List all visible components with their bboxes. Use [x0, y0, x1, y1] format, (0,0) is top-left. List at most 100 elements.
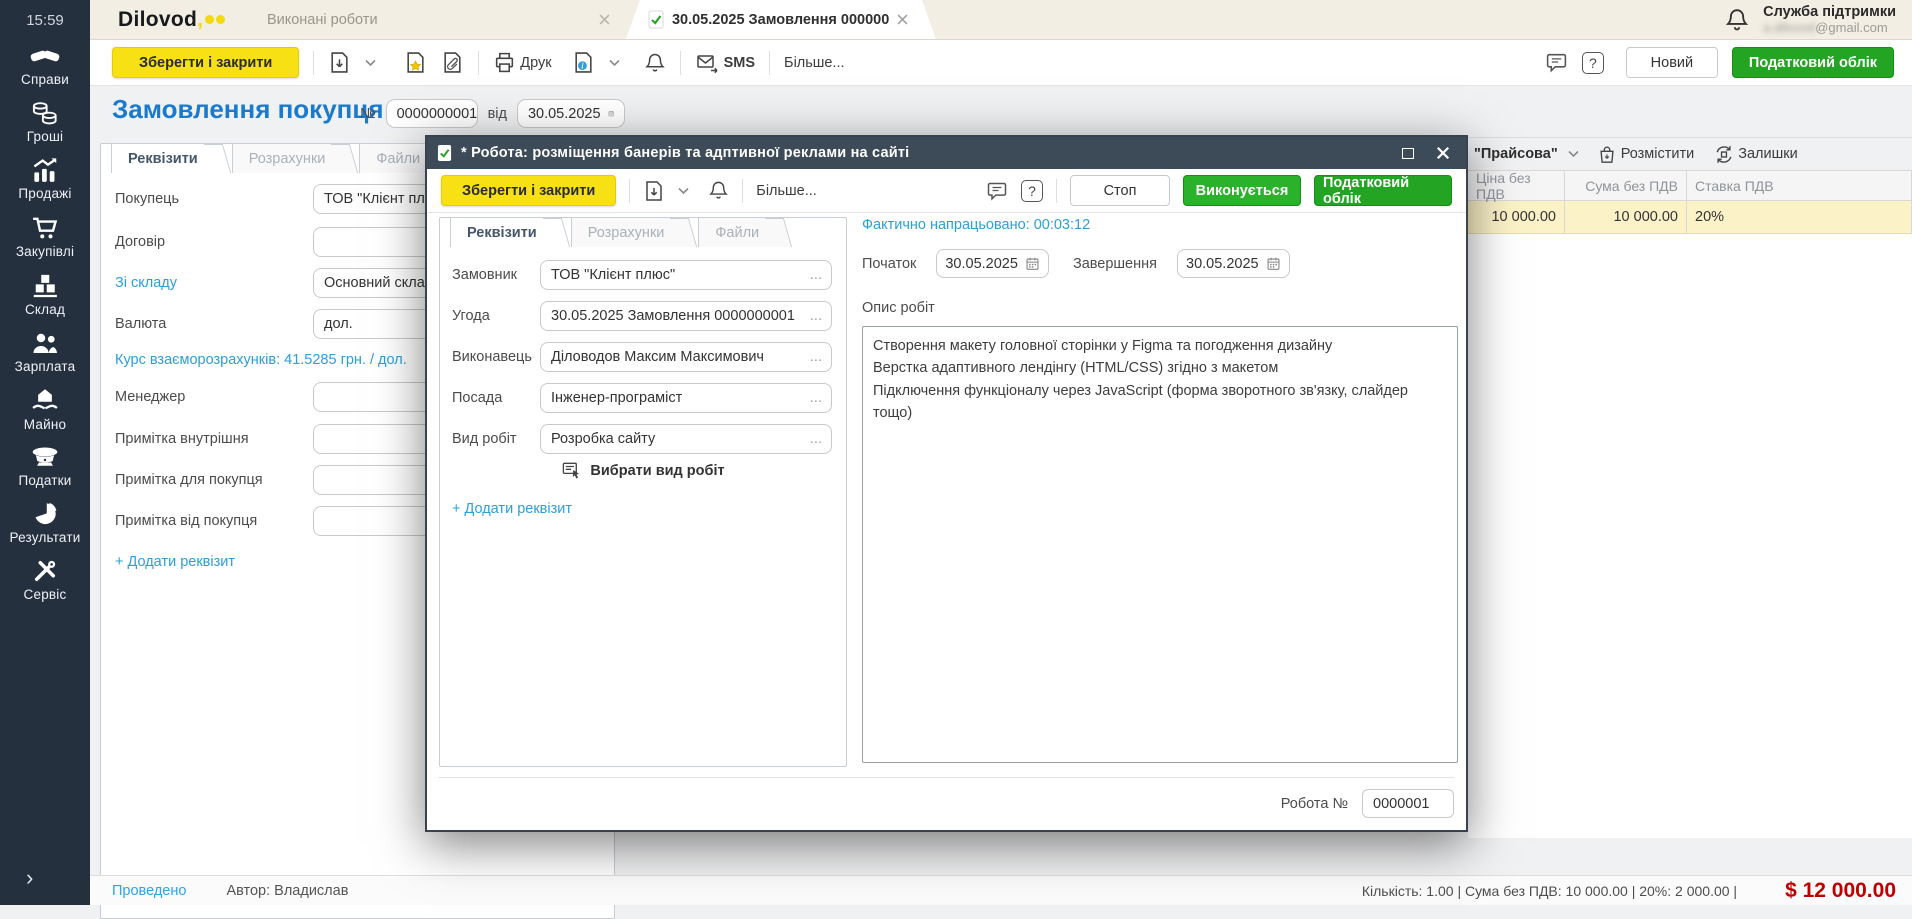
sum-cell[interactable]: 10 000.00 [1565, 201, 1687, 233]
agreement-field[interactable]: 30.05.2025 Замовлення 0000000001 [540, 301, 832, 331]
sidebar-item-prodazhi[interactable]: Продажі [0, 157, 90, 201]
tax-accounting-button[interactable]: Податковий облік [1314, 175, 1452, 206]
bell-icon[interactable] [1725, 7, 1749, 33]
document-toolbar: Зберегти і закрити Друк i SMS Більше... … [90, 40, 1912, 86]
status-running-button[interactable]: Виконується [1183, 175, 1301, 206]
table-row[interactable]: 10 000.00 10 000.00 20% [1468, 201, 1912, 234]
start-label: Початок [862, 256, 916, 272]
field-label: Валюта [115, 309, 166, 339]
modal-title-bar[interactable]: * Робота: розміщення банерів та адптивно… [427, 137, 1466, 169]
work-type-field[interactable]: Розробка сайту [540, 424, 832, 454]
window-tab-completed-works[interactable]: Виконані роботи [251, 0, 626, 39]
tab-rozrakhunky[interactable]: Розрахунки [232, 143, 346, 173]
author-label: Автор: Владислав [226, 883, 348, 899]
help-button[interactable]: ? [1021, 180, 1043, 202]
chevron-down-icon[interactable] [609, 59, 620, 67]
save-and-close-button[interactable]: Зберегти і закрити [441, 175, 616, 206]
more-button[interactable]: Більше... [784, 55, 845, 71]
sidebar-expand-chevron[interactable]: › [26, 865, 33, 891]
work-modal: * Робота: розміщення банерів та адптивно… [425, 135, 1468, 832]
toolbar-separator [680, 51, 681, 75]
print-button[interactable]: Друк [493, 51, 551, 74]
add-attribute-link[interactable]: + Додати реквізит [115, 554, 235, 570]
position-field[interactable]: Інженер-програміст [540, 383, 832, 413]
save-and-close-button[interactable]: Зберегти і закрити [112, 47, 299, 78]
tax-accounting-button[interactable]: Податковий облік [1732, 47, 1894, 78]
price-cell[interactable]: 10 000.00 [1468, 201, 1565, 233]
order-date-input[interactable]: 30.05.2025 [517, 99, 625, 128]
coins-icon [30, 100, 60, 126]
chevron-down-icon[interactable] [365, 59, 376, 67]
sidebar-item-label: Гроші [27, 129, 63, 144]
exchange-rate-link[interactable]: Курс взаєморозрахунків: 41.5285 грн. / д… [115, 352, 407, 368]
add-attribute-link[interactable]: + Додати реквізит [452, 501, 572, 517]
comment-icon[interactable] [986, 180, 1008, 202]
sidebar-item-zarplata[interactable]: Зарплата [0, 330, 90, 374]
sidebar-item-rezultaty[interactable]: Результати [0, 501, 90, 545]
field-label: Примітка від покупця [115, 506, 257, 536]
column-header[interactable]: Ціна без ПДВ [1468, 171, 1565, 200]
end-date-input[interactable]: 30.05.2025 [1177, 249, 1290, 278]
place-items-button[interactable]: Розмістити [1597, 144, 1695, 165]
modal-toolbar: Зберегти і закрити Більше... ? Стоп Вико… [427, 169, 1466, 213]
window-tab-order[interactable]: 30.05.2025 Замовлення 000000 [626, 0, 936, 39]
sidebar-item-servis[interactable]: Сервіс [0, 558, 90, 602]
stop-button[interactable]: Стоп [1070, 175, 1170, 206]
favorite-document-icon[interactable] [404, 51, 427, 74]
dilovod-logo[interactable]: Dilovod, [90, 0, 251, 39]
chevron-down-icon[interactable] [678, 187, 689, 195]
sidebar-item-sklad[interactable]: Склад [0, 272, 90, 317]
page-title: Замовлення покупця [112, 94, 384, 125]
tab-faily[interactable]: Файли [698, 217, 779, 247]
stock-balance-button[interactable]: Залишки [1714, 144, 1797, 165]
document-info-icon[interactable]: i [572, 51, 595, 74]
elapsed-time-link[interactable]: Фактично напрацьовано: 00:03:12 [862, 217, 1458, 233]
column-header[interactable]: Ставка ПДВ [1687, 171, 1912, 200]
work-number-input[interactable]: 0000001 [1362, 789, 1454, 818]
order-number-input[interactable]: 0000000001 [386, 99, 478, 128]
field-label: Договір [115, 227, 165, 257]
attach-document-icon[interactable] [441, 51, 464, 74]
column-header[interactable]: Сума без ПДВ [1565, 171, 1687, 200]
support-account[interactable]: Служба підтримки a.dilovod@gmail.com [1725, 0, 1912, 39]
logo-text: Dilovod [118, 8, 197, 32]
executor-field[interactable]: Діловодов Максим Максимович [540, 342, 832, 372]
bell-icon[interactable] [708, 180, 729, 201]
warehouse-link-label[interactable]: Зі складу [115, 268, 177, 298]
close-icon[interactable] [599, 14, 610, 25]
tab-rekvizyty[interactable]: Реквізити [111, 143, 218, 173]
sidebar-item-label: Продажі [18, 186, 71, 201]
bell-icon[interactable] [644, 52, 666, 74]
price-type-dropdown[interactable]: "Прайсова" [1474, 146, 1558, 162]
save-icon[interactable] [328, 51, 351, 74]
close-icon[interactable] [1430, 143, 1456, 163]
close-icon[interactable] [897, 14, 908, 25]
property-icon [30, 387, 60, 414]
sidebar-item-label: Результати [10, 530, 81, 545]
tab-rozrakhunky[interactable]: Розрахунки [571, 217, 685, 247]
items-table-header: Ціна без ПДВ Сума без ПДВ Ставка ПДВ [1468, 170, 1912, 201]
sms-button[interactable]: SMS [695, 52, 755, 74]
vat-cell[interactable]: 20% [1687, 201, 1912, 233]
sidebar-item-podatky[interactable]: Податки [0, 445, 90, 488]
more-button[interactable]: Більше... [756, 183, 817, 199]
sidebar-item-spravy[interactable]: Справи [0, 43, 90, 87]
maximize-icon[interactable] [1395, 143, 1421, 163]
tab-rekvizyty[interactable]: Реквізити [450, 217, 557, 247]
save-icon[interactable] [643, 180, 665, 202]
calendar-icon [1025, 256, 1040, 271]
description-label: Опис робіт [862, 300, 1458, 316]
sidebar-item-hroshi[interactable]: Гроші [0, 100, 90, 144]
work-description-textarea[interactable]: Створення макету головної сторінки у Fig… [862, 326, 1458, 763]
sidebar-item-zakupivli[interactable]: Закупівлі [0, 214, 90, 259]
comment-icon[interactable] [1545, 51, 1568, 74]
customer-field[interactable]: ТОВ "Клієнт плюс" [540, 260, 832, 290]
new-button[interactable]: Новий [1626, 47, 1718, 78]
chevron-down-icon[interactable] [1568, 150, 1579, 158]
start-date-input[interactable]: 30.05.2025 [936, 249, 1049, 278]
help-button[interactable]: ? [1582, 52, 1604, 74]
calendar-icon [1266, 256, 1281, 271]
sidebar-item-maino[interactable]: Майно [0, 387, 90, 432]
posted-status-link[interactable]: Проведено [112, 883, 186, 899]
choose-work-type-button[interactable]: Вибрати вид робіт [440, 460, 846, 481]
